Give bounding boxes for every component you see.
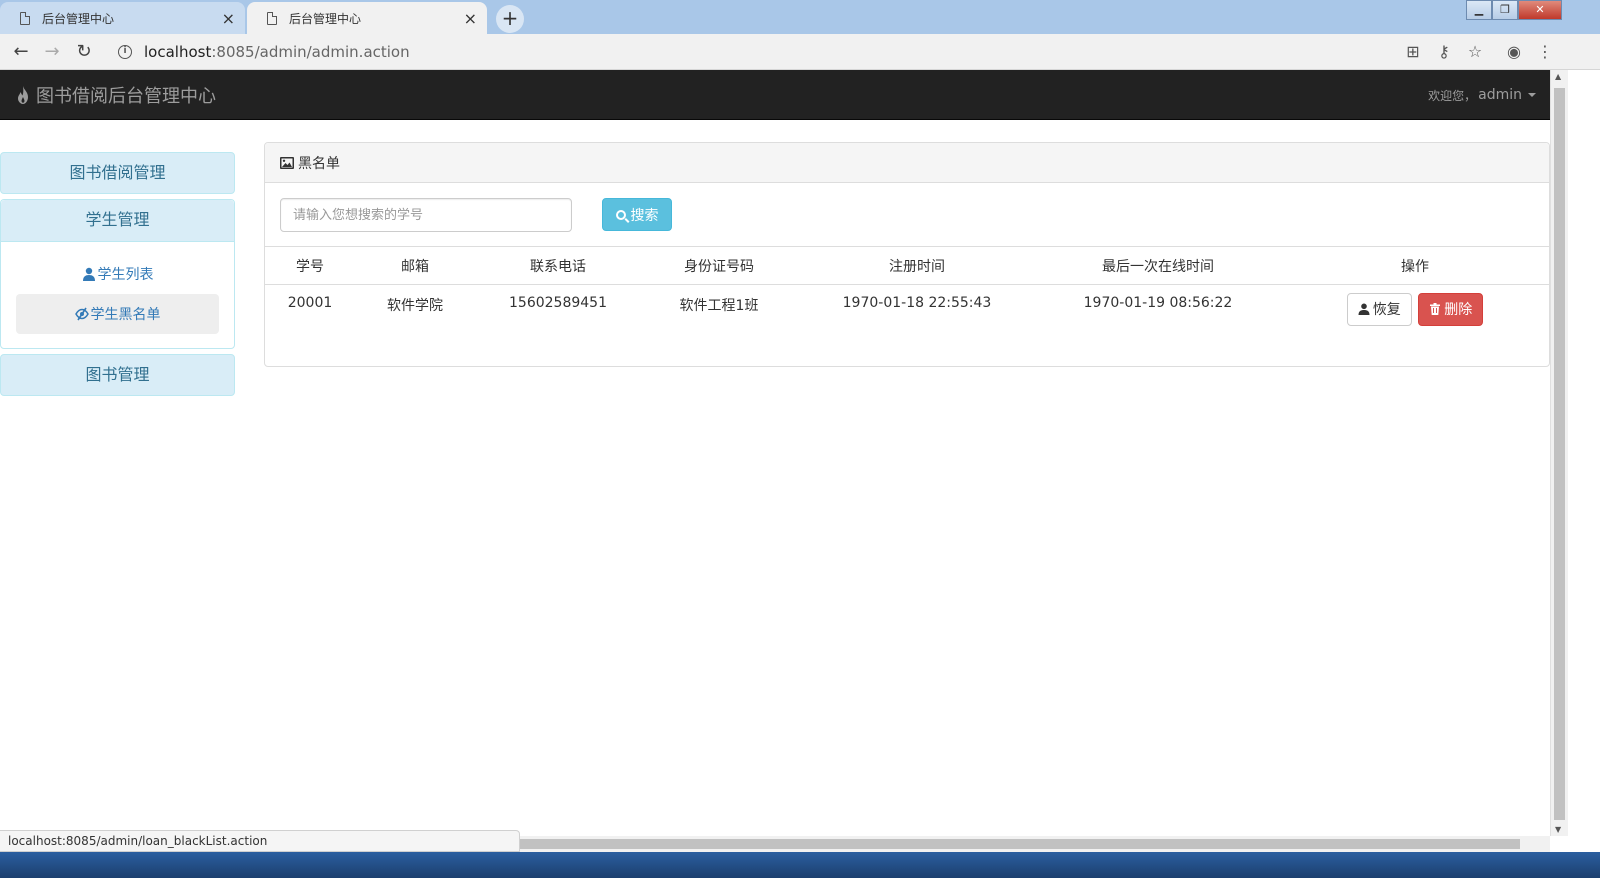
search-button[interactable]: 搜索 [602,198,672,231]
back-arrow-icon[interactable]: ← [9,40,33,64]
translate-icon[interactable]: ⊞ [1402,41,1424,63]
brand[interactable]: 图书借阅后台管理中心 [16,70,216,120]
cell-email: 软件学院 [387,297,443,314]
site-info-icon[interactable]: i [118,45,132,59]
column-header: 操作 [1279,248,1551,285]
picture-icon [280,156,294,169]
top-navbar: 图书借阅后台管理中心 欢迎您， admin [0,70,1550,120]
forward-arrow-icon[interactable]: → [40,40,64,64]
column-header: 邮箱 [355,248,475,285]
table-row: 20001 软件学院 15602589451 软件工程1班 1970-01-18… [265,284,1551,332]
user-dropdown[interactable]: 欢迎您， admin [1428,70,1536,120]
column-header: 最后一次在线时间 [1037,248,1279,285]
scrollbar-thumb[interactable] [1554,88,1565,820]
cell-last-online-time: 1970-01-19 08:56:22 [1083,294,1233,311]
panel-heading: 黑名单 [265,143,1549,183]
minimize-window-button[interactable]: ▁ [1466,0,1492,20]
tab-title: 后台管理中心 [42,11,115,26]
menu-dots-icon[interactable]: ⋮ [1534,41,1556,63]
username: admin [1478,87,1522,103]
status-bar-url: localhost:8085/admin/loan_blackList.acti… [0,830,520,852]
table-header-row: 学号 邮箱 联系电话 身份证号码 注册时间 最后一次在线时间 操作 [265,248,1551,285]
search-row: 搜索 [265,183,1549,247]
cell-registered-time: 1970-01-18 22:55:43 [842,294,992,311]
key-icon[interactable]: ⚷ [1433,41,1455,63]
search-icon [615,209,626,220]
delete-button-label: 删除 [1444,302,1473,318]
reload-icon[interactable]: ↻ [72,40,96,64]
restore-button[interactable]: 恢复 [1346,292,1412,326]
sidebar: 图书借阅管理 学生管理 学生列表 学生黑名单 图书管理 [0,152,235,401]
url-host: localhost [144,43,212,61]
cell-actions: 恢复 删除 [1279,284,1551,332]
scroll-down-icon[interactable]: ▼ [1555,825,1561,834]
panel-title: 黑名单 [298,155,340,172]
column-header: 身份证号码 [641,248,797,285]
page-content: 图书借阅后台管理中心 欢迎您， admin 图书借阅管理 学生管理 学生列表 学… [0,70,1551,836]
eye-slash-icon [74,307,89,321]
document-icon [20,11,30,25]
search-input[interactable] [280,198,572,232]
profile-icon[interactable]: ◉ [1503,41,1525,63]
os-taskbar [0,852,1600,878]
url-path: :8085/admin/admin.action [211,43,410,61]
sidebar-group-book-loan[interactable]: 图书借阅管理 [0,152,235,194]
document-icon [267,11,277,25]
column-header: 学号 [265,248,355,285]
user-icon [1358,303,1370,315]
blacklist-table: 学号 邮箱 联系电话 身份证号码 注册时间 最后一次在线时间 操作 20001 … [265,248,1551,332]
bookmark-star-icon[interactable]: ☆ [1464,41,1486,63]
sidebar-item-label: 学生列表 [97,267,154,283]
sidebar-item-label: 学生黑名单 [90,307,161,323]
cell-id-card: 软件工程1班 [679,297,759,314]
address-bar[interactable]: i localhost:8085/admin/admin.action [108,38,1428,66]
sidebar-group-book[interactable]: 图书管理 [0,354,235,396]
trash-icon [1430,303,1441,315]
new-tab-button[interactable]: + [496,5,524,33]
browser-tab-active[interactable]: 后台管理中心 × [247,2,487,34]
column-header: 注册时间 [797,248,1037,285]
scroll-up-icon[interactable]: ▲ [1555,72,1561,81]
close-window-button[interactable]: ✕ [1518,0,1562,20]
restore-button-label: 恢复 [1372,302,1401,318]
brand-title: 图书借阅后台管理中心 [36,86,216,107]
cell-phone: 15602589451 [509,294,607,311]
browser-toolbar: ← → ↻ i localhost:8085/admin/admin.actio… [0,34,1600,70]
sidebar-item-student-blacklist[interactable]: 学生黑名单 [16,294,219,334]
fire-icon [18,86,28,104]
sidebar-group-student: 学生管理 学生列表 学生黑名单 [0,199,235,349]
sidebar-group-student-body: 学生列表 学生黑名单 [1,242,234,348]
blacklist-panel: 黑名单 搜索 学号 邮箱 联系电话 身份证号码 注册时间 最后一次在 [264,142,1551,367]
browser-tab-strip: 后台管理中心 × 后台管理中心 × + ▁ ❐ ✕ [0,0,1600,34]
sidebar-group-student-header[interactable]: 学生管理 [1,200,234,242]
cell-student-id: 20001 [287,294,333,311]
delete-button[interactable]: 删除 [1418,292,1484,326]
maximize-window-button[interactable]: ❐ [1492,0,1518,20]
vertical-scrollbar[interactable]: ▲ ▼ [1550,70,1568,836]
search-button-label: 搜索 [630,207,659,224]
sidebar-item-student-list[interactable]: 学生列表 [16,254,219,294]
tab-title: 后台管理中心 [289,11,362,26]
browser-tab[interactable]: 后台管理中心 × [0,2,245,34]
user-icon [82,267,95,281]
scrollbar-thumb[interactable] [520,839,1520,849]
welcome-text: 欢迎您， [1428,88,1477,103]
close-tab-icon[interactable]: × [464,9,477,28]
column-header: 联系电话 [475,248,641,285]
close-tab-icon[interactable]: × [222,9,235,28]
caret-down-icon [1528,93,1536,97]
